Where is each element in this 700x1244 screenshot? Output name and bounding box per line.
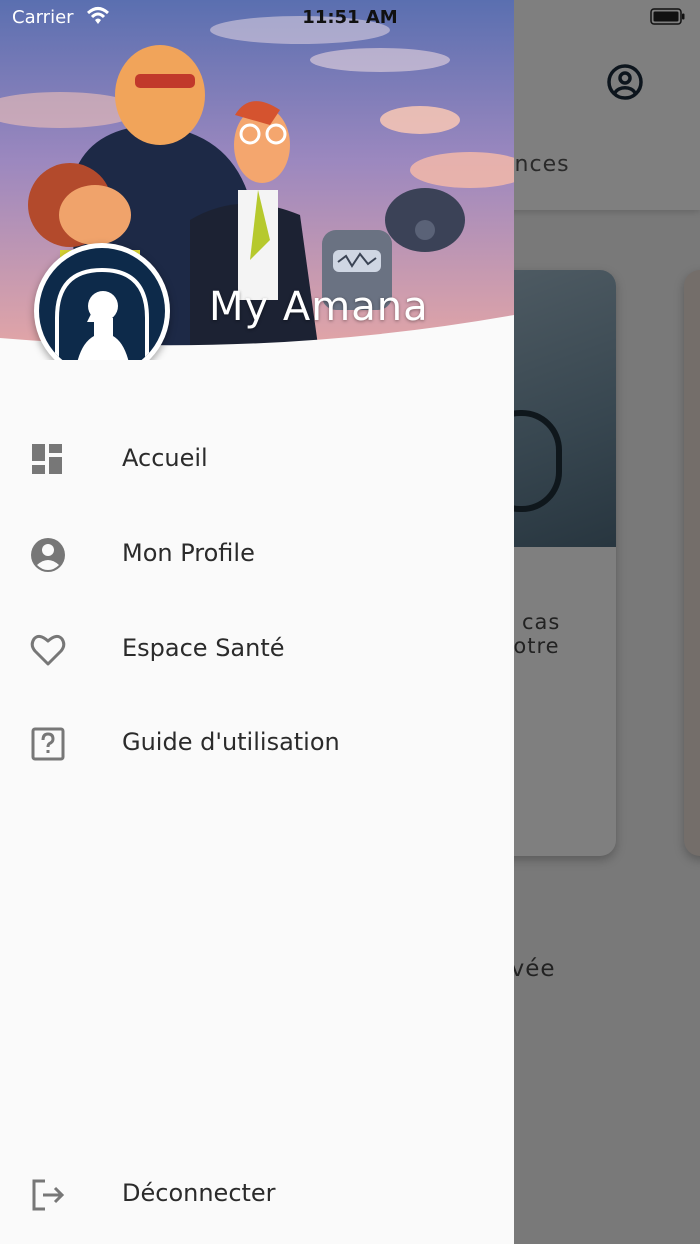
logout-icon (32, 1179, 65, 1211)
logout-button[interactable]: Déconnecter (0, 1155, 514, 1235)
account-circle-icon (31, 538, 65, 572)
menu-item-label: Mon Profile (122, 539, 255, 567)
menu-item-label: Accueil (122, 444, 208, 472)
menu-item-guide[interactable]: Guide d'utilisation (0, 704, 514, 784)
status-bar: Carrier 11:51 AM (0, 0, 700, 36)
dashboard-icon (32, 444, 62, 474)
menu-item-label: Guide d'utilisation (122, 728, 340, 756)
status-time: 11:51 AM (302, 7, 398, 28)
menu-item-profile[interactable]: Mon Profile (0, 515, 514, 595)
logout-label: Déconnecter (122, 1179, 276, 1207)
menu-item-espace-sante[interactable]: Espace Santé (0, 610, 514, 690)
brand-title: My Amana (209, 284, 429, 330)
drawer-header: My Amana (0, 0, 514, 360)
battery-icon (650, 8, 685, 25)
help-box-icon (31, 727, 65, 761)
keyhole-logo-icon (39, 248, 165, 360)
menu-item-label: Espace Santé (122, 634, 285, 662)
menu-item-accueil[interactable]: Accueil (0, 420, 514, 500)
navigation-drawer: My Amana Accueil Mon Profile Espace Sant… (0, 0, 514, 1244)
heart-outline-icon (30, 634, 66, 666)
